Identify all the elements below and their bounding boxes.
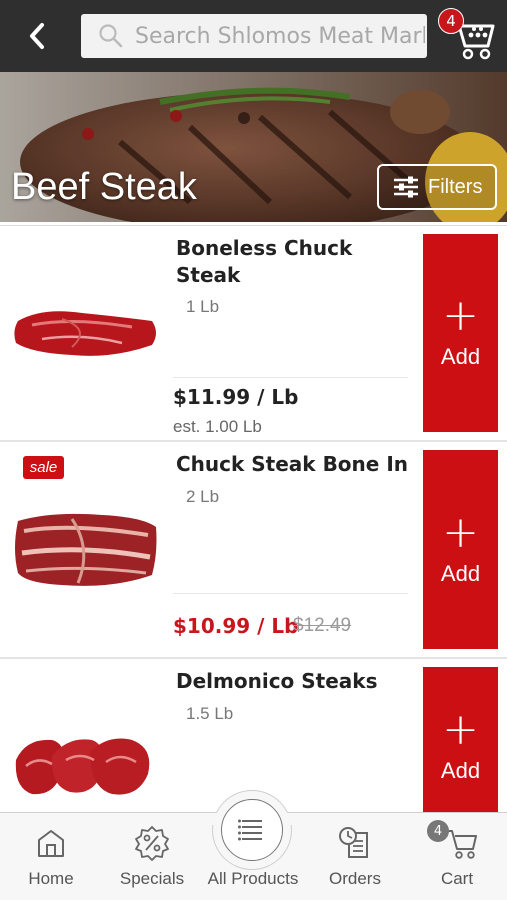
product-name[interactable]: Delmonico Steaks [176, 668, 416, 695]
nav-label: Cart [440, 869, 474, 888]
plus-icon: + [442, 704, 479, 755]
product-name[interactable]: Chuck Steak Bone In [176, 451, 416, 478]
category-title: Beef Steak [11, 166, 197, 208]
product-image [15, 513, 157, 586]
filters-label: Filters [428, 175, 483, 198]
product-item[interactable]: sale Chuck Steak Bone In 2 Lb $10.99 / L… [0, 443, 507, 659]
product-quantity: 1.5 Lb [186, 704, 234, 723]
add-label: Add [440, 344, 481, 369]
filters-button[interactable]: Filters [377, 164, 497, 210]
add-label: Add [440, 560, 481, 586]
all-products-button[interactable] [221, 799, 283, 861]
nav-home[interactable]: Home [10, 813, 92, 900]
search-bar[interactable] [81, 14, 427, 58]
percent-badge-icon [135, 826, 169, 861]
product-sale-price: $10.99 / Lb [173, 614, 299, 638]
divider [173, 377, 408, 378]
search-icon [99, 24, 123, 48]
nav-orders[interactable]: Orders [316, 813, 394, 900]
back-button[interactable] [22, 20, 52, 52]
home-icon [38, 830, 64, 857]
product-item[interactable]: Boneless Chuck Steak 1 Lb $11.99 / Lb es… [0, 227, 507, 442]
nav-label: Home [28, 869, 74, 888]
plus-icon: + [442, 506, 479, 558]
divider [0, 222, 507, 226]
product-quantity: 2 Lb [186, 487, 220, 506]
product-name[interactable]: Boneless Chuck Steak [176, 235, 416, 289]
sale-badge: sale [23, 456, 64, 479]
cart-count-badge: 4 [438, 8, 464, 34]
nav-label: Specials [119, 869, 185, 888]
nav-specials[interactable]: Specials [110, 813, 194, 900]
top-cart-button[interactable]: 4 [438, 8, 498, 64]
nav-label: All Products [207, 869, 299, 888]
add-to-cart-button[interactable]: + Add [423, 234, 498, 432]
add-to-cart-button[interactable]: + Add [423, 667, 498, 827]
plus-icon: + [442, 290, 479, 341]
orders-icon [339, 827, 368, 858]
divider [173, 593, 408, 594]
sliders-icon [394, 176, 418, 198]
list-icon [238, 819, 262, 841]
product-original-price: $12.49 [293, 615, 352, 636]
top-bar: 4 [0, 0, 507, 72]
cart-count-badge: 4 [427, 820, 449, 842]
add-to-cart-button[interactable]: + Add [423, 450, 498, 649]
product-image [14, 311, 157, 356]
search-input[interactable] [135, 23, 425, 49]
nav-label: Orders [329, 869, 381, 888]
product-estimate: est. 1.00 Lb [173, 417, 262, 436]
add-label: Add [440, 758, 481, 783]
product-price: $11.99 / Lb [173, 385, 299, 409]
chevron-left-icon [30, 23, 44, 49]
product-quantity: 1 Lb [186, 297, 220, 316]
product-image [15, 738, 150, 795]
